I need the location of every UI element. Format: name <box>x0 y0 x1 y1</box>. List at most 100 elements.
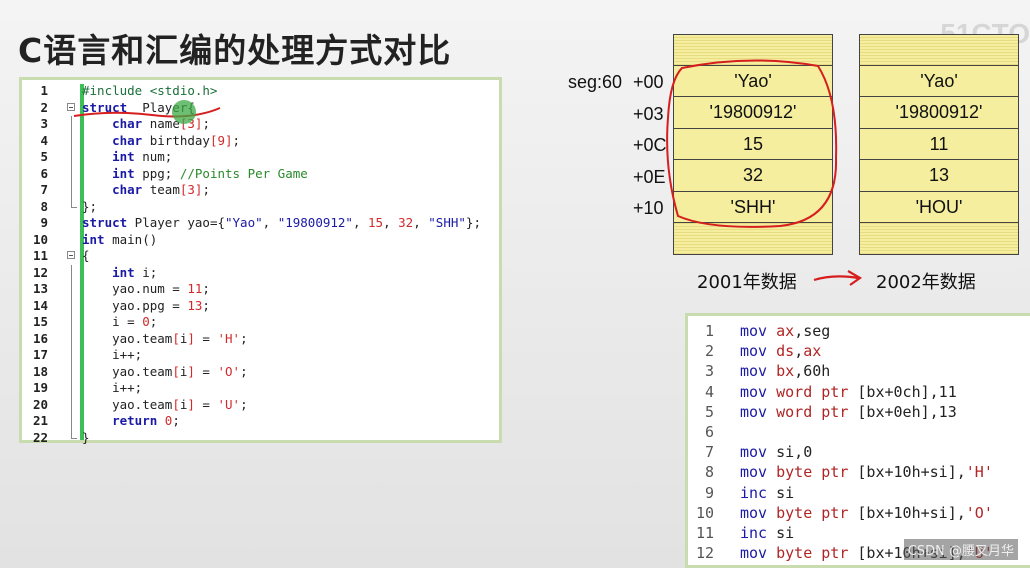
memory-cell: 'HOU' <box>859 191 1019 223</box>
asm-token: mov <box>740 362 768 381</box>
asm-line: 7 mov si,0 <box>688 442 1030 462</box>
code-token: "Yao" <box>225 215 263 230</box>
line-number: 21 <box>32 413 48 428</box>
fold-guide <box>71 396 72 413</box>
caption-2001: 2001年数据 <box>697 272 797 293</box>
code-token: int <box>112 165 135 181</box>
code-token: 9 <box>217 132 226 148</box>
code-line: 4 char birthday[9]; <box>22 132 500 149</box>
asm-text: inc si <box>740 523 794 543</box>
asm-line: 6 <box>688 422 1030 442</box>
fold-gutter <box>66 330 78 347</box>
code-line: 15 i = 0; <box>22 314 500 331</box>
line-number: 12 <box>32 264 48 280</box>
line-number: 20 <box>32 396 48 412</box>
code-token: #include <stdio.h> <box>82 83 218 98</box>
asm-text: mov byte ptr [bx+10h+si],'H' <box>740 462 993 482</box>
code-line: 22} <box>22 429 500 447</box>
line-number: 12 <box>695 544 714 563</box>
fold-guide <box>71 281 72 298</box>
code-token: yao.team <box>82 330 173 346</box>
fold-gutter <box>66 396 78 413</box>
mouse-cursor-highlight <box>172 100 196 124</box>
asm-line: 10 mov byte ptr [bx+10h+si],'O' <box>688 503 1030 523</box>
code-token: ; <box>149 314 158 329</box>
code-text: yao.team[i] = 'O'; <box>82 364 248 381</box>
memory-cell-blank <box>859 223 1019 255</box>
code-text: int i; <box>82 265 157 282</box>
fold-guide <box>71 165 72 182</box>
asm-token: [bx+10h+si], <box>848 463 966 482</box>
code-token: int <box>112 264 135 280</box>
asm-line: 2 mov ds,ax <box>688 341 1030 361</box>
memory-offset: +10 <box>633 198 664 218</box>
code-token: i++; <box>82 380 143 395</box>
asm-token: mov <box>740 382 768 401</box>
arrow-icon <box>813 270 863 286</box>
memory-cell: '19800912' <box>859 97 1019 129</box>
code-token: 15 <box>368 215 384 230</box>
code-token: ; <box>240 363 248 379</box>
asm-token: si,0 <box>767 443 813 462</box>
code-line: 5 int num; <box>22 149 500 166</box>
asm-token: byte ptr <box>767 544 849 563</box>
code-token: ] <box>187 363 195 379</box>
fold-end-marker <box>71 198 77 208</box>
fold-gutter <box>66 429 78 447</box>
memory-cell: 13 <box>859 160 1019 192</box>
code-token: [ <box>172 330 180 346</box>
line-number: 1 <box>40 83 48 98</box>
asm-token: word ptr <box>767 382 849 401</box>
asm-text: inc si <box>740 483 794 503</box>
code-token: , <box>262 215 278 230</box>
c-code-panel: 1 #include <stdio.h> 2 struct Player{3 char… <box>19 77 502 445</box>
code-token: = <box>194 330 218 346</box>
code-token: Player yao={ <box>127 215 225 230</box>
asm-text: mov ds,ax <box>740 341 821 361</box>
code-token: 'O' <box>217 363 241 379</box>
code-token: "SHH" <box>428 215 466 230</box>
asm-token: ,60h <box>794 362 831 381</box>
line-number: 18 <box>32 363 48 379</box>
asm-token: si <box>767 483 795 502</box>
asm-line: 8 mov byte ptr [bx+10h+si],'H' <box>688 462 1030 482</box>
code-token: char <box>112 182 143 197</box>
code-line: 7 char team[3]; <box>22 182 500 199</box>
code-token: yao.team <box>82 396 173 412</box>
memory-cell: 11 <box>859 128 1019 160</box>
annotation-circle <box>666 59 838 228</box>
line-number: 19 <box>32 380 48 395</box>
asm-token: inc <box>740 524 768 542</box>
fold-guide <box>71 297 72 314</box>
code-token: i; <box>134 264 158 280</box>
code-line: 6 int ppg; //Points Per Game <box>22 165 500 183</box>
code-token: yao.ppg = <box>82 297 188 313</box>
code-text: int ppg; //Points Per Game <box>82 166 308 183</box>
code-line: 17 i++; <box>22 347 500 364</box>
code-line: 20 yao.team[i] = 'U'; <box>22 396 500 414</box>
code-text: #include <stdio.h> <box>82 83 217 100</box>
code-token: i++; <box>82 347 143 362</box>
line-number: 6 <box>704 423 714 441</box>
code-text: yao.num = 11; <box>82 281 210 298</box>
code-token: 3 <box>187 182 195 197</box>
line-number: 6 <box>40 165 48 181</box>
code-token: 32 <box>398 215 414 230</box>
code-token: [ <box>172 396 180 412</box>
code-line: 16 yao.team[i] = 'H'; <box>22 330 500 347</box>
line-number: 7 <box>704 443 714 462</box>
annotation-underline <box>73 107 221 118</box>
asm-token: [bx+0eh],13 <box>848 402 957 421</box>
collapse-icon[interactable] <box>67 251 75 259</box>
code-text: yao.team[i] = 'U'; <box>82 397 248 414</box>
code-text: int main() <box>82 232 157 249</box>
asm-token: mov <box>740 402 768 421</box>
code-token: struct <box>82 215 128 230</box>
code-token: ] <box>187 396 195 412</box>
line-number: 13 <box>32 281 48 296</box>
fold-gutter <box>66 248 78 265</box>
